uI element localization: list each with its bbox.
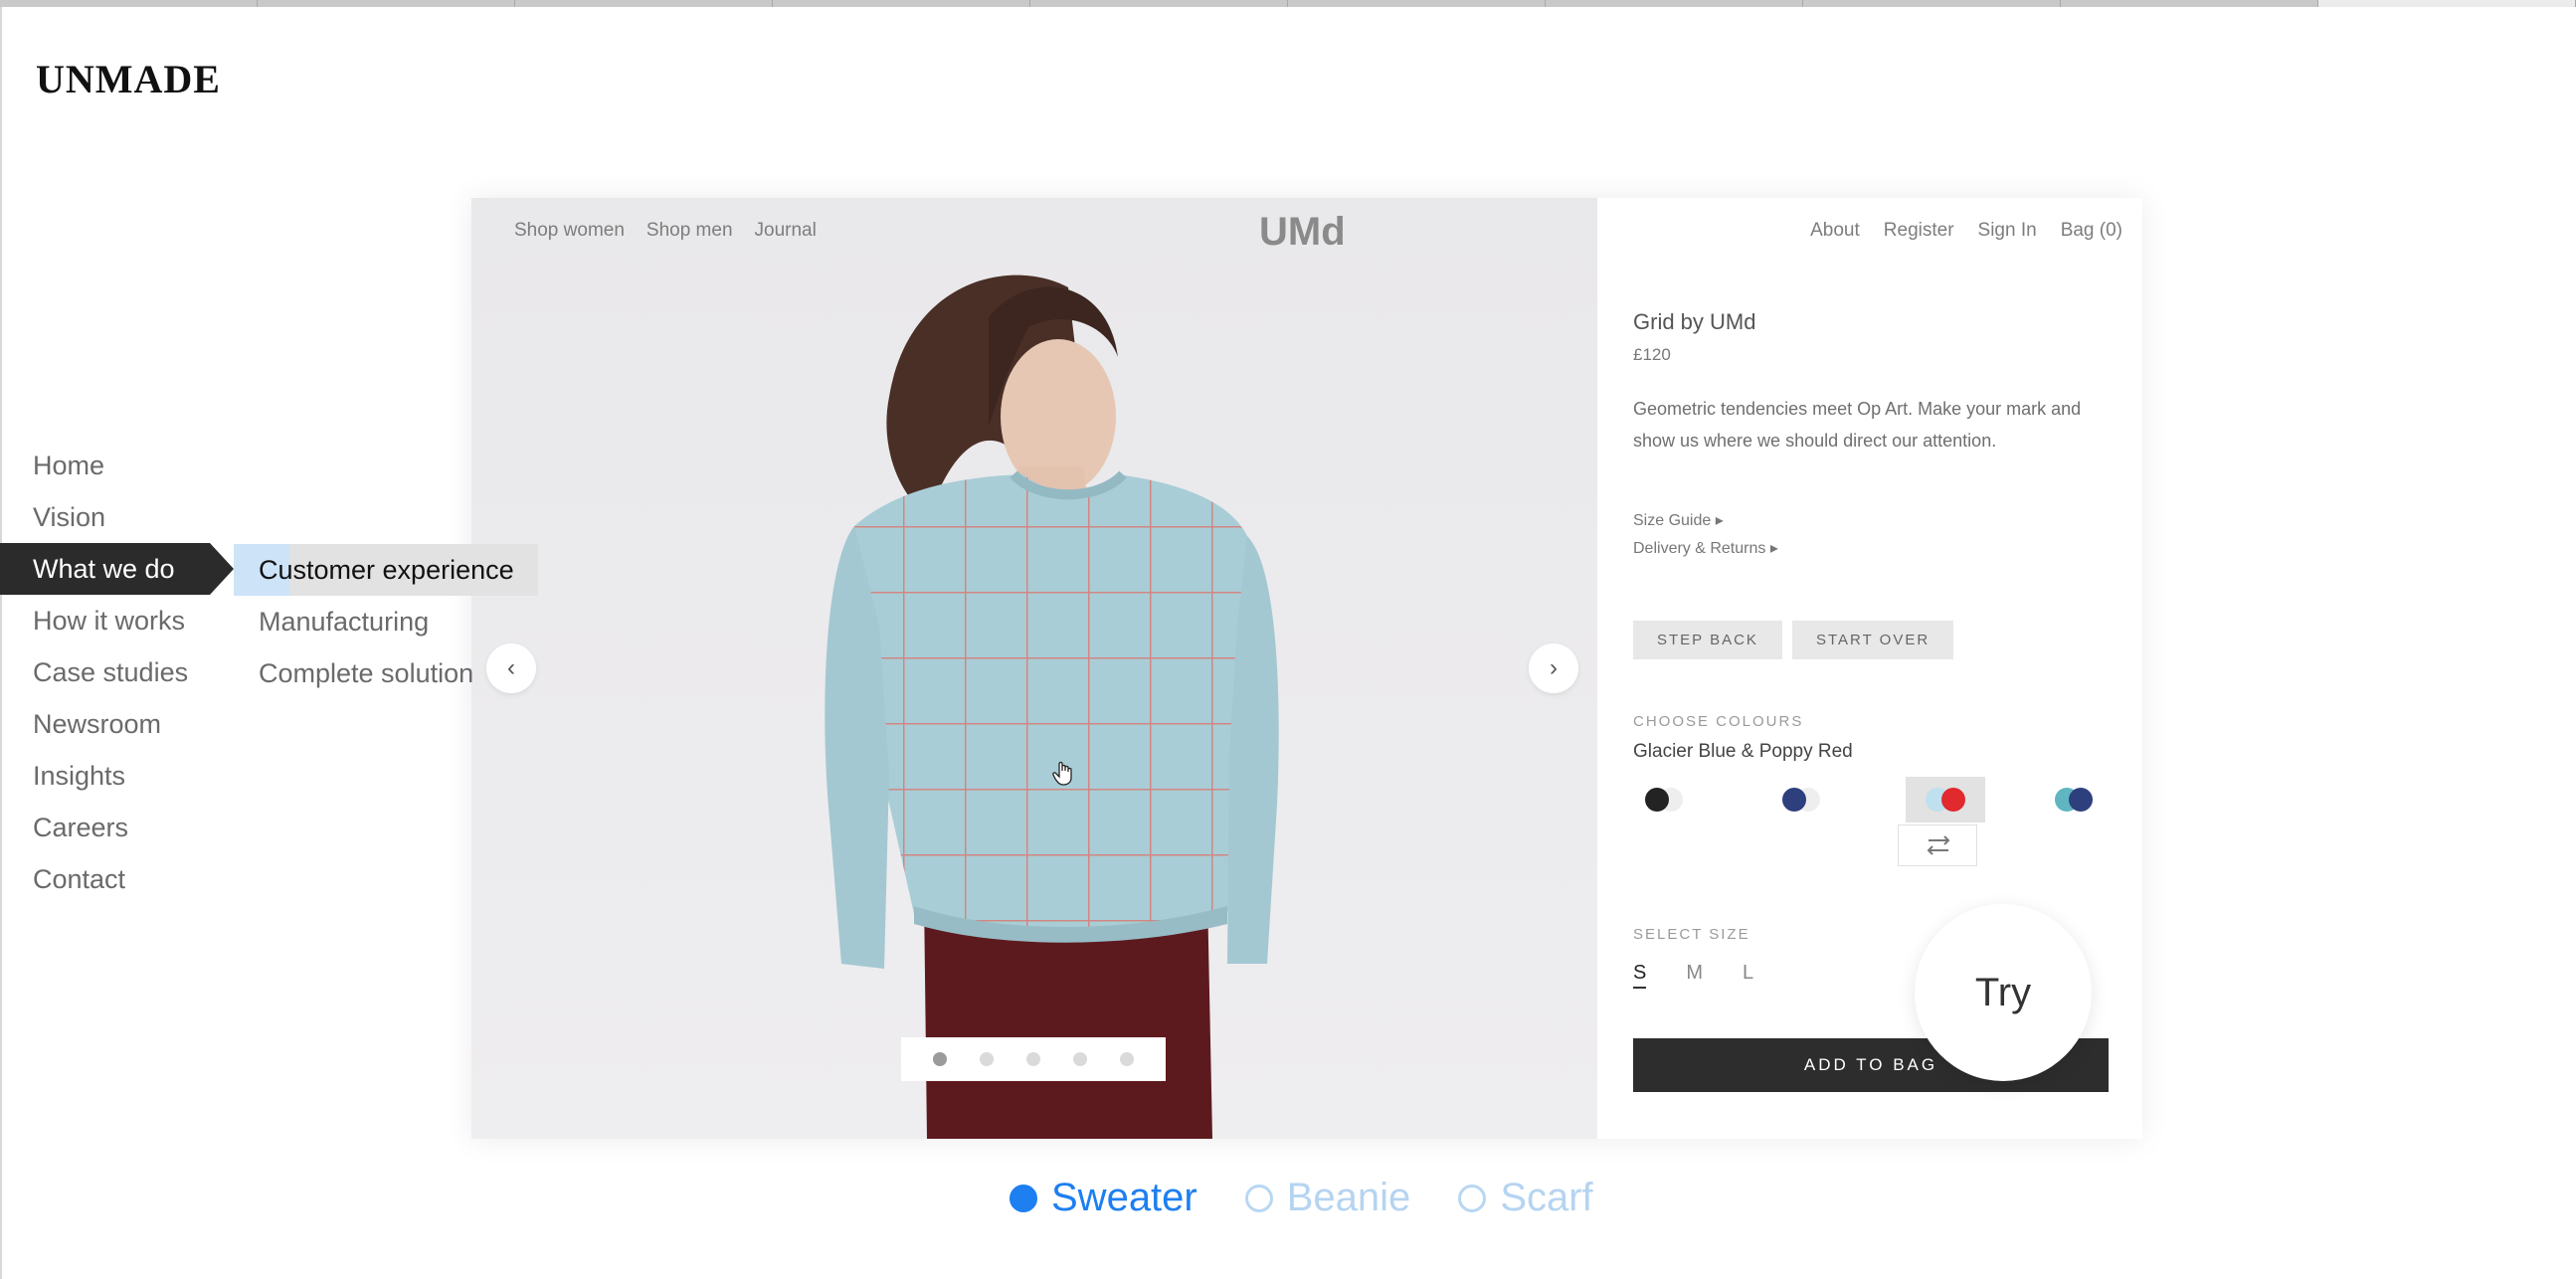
shop-logo[interactable]: UMd	[1259, 210, 1346, 255]
try-button[interactable]: Try	[1915, 904, 2092, 1081]
register-link[interactable]: Register	[1884, 220, 1954, 242]
step-back-button[interactable]: STEP BACK	[1633, 621, 1782, 659]
bag-link[interactable]: Bag (0)	[2061, 220, 2122, 242]
option-label: Scarf	[1500, 1176, 1593, 1219]
carousel-dot[interactable]	[1120, 1052, 1134, 1066]
product-price: £120	[1633, 345, 1671, 364]
option-label: Beanie	[1286, 1176, 1411, 1219]
model-sweater-illustration	[825, 274, 1279, 1139]
tab[interactable]	[773, 0, 1030, 7]
swap-arrows-icon	[1927, 835, 1950, 855]
option-label: Sweater	[1051, 1176, 1197, 1219]
size-option-s[interactable]: S	[1633, 962, 1647, 989]
carousel-dot[interactable]	[1026, 1052, 1040, 1066]
choose-colours-label: CHOOSE COLOURS	[1633, 713, 1804, 730]
sub-nav: Customer experience Manufacturing Comple…	[234, 544, 538, 699]
product-type-options: Sweater Beanie Scarf	[1010, 1176, 1593, 1220]
chevron-right-icon: ›	[1550, 654, 1558, 681]
tab[interactable]	[515, 0, 773, 7]
colour-swatch-selected[interactable]	[1906, 777, 1985, 822]
start-over-button[interactable]: START OVER	[1792, 621, 1954, 659]
tab[interactable]	[1803, 0, 2061, 7]
size-selector: S M L	[1633, 962, 1753, 989]
colour-swatch[interactable]	[2055, 777, 2134, 822]
colour-name: Glacier Blue & Poppy Red	[1633, 741, 1853, 762]
carousel-dot[interactable]	[1073, 1052, 1087, 1066]
product-title: Grid by UMd	[1633, 309, 1756, 334]
swatch-primary-dot	[1645, 788, 1669, 812]
product-description: Geometric tendencies meet Op Art. Make y…	[1633, 399, 2082, 451]
swatch-secondary-dot	[1941, 788, 1965, 812]
tab[interactable]	[258, 0, 515, 7]
sub-item-complete-solution[interactable]: Complete solution	[234, 647, 538, 699]
swap-colours-button[interactable]	[1898, 824, 1977, 866]
select-size-label: SELECT SIZE	[1633, 926, 1750, 943]
nav-item-what-we-do[interactable]: What we do	[0, 543, 234, 595]
next-image-button[interactable]: ›	[1529, 643, 1578, 693]
shop-men-link[interactable]: Shop men	[646, 220, 733, 242]
sub-item-manufacturing[interactable]: Manufacturing	[234, 596, 538, 647]
tab[interactable]	[0, 0, 258, 7]
option-beanie[interactable]: Beanie	[1244, 1176, 1411, 1220]
option-sweater[interactable]: Sweater	[1010, 1176, 1197, 1220]
tab-active[interactable]	[2318, 0, 2576, 7]
carousel-dot[interactable]	[980, 1052, 994, 1066]
option-scarf[interactable]: Scarf	[1458, 1176, 1593, 1220]
size-option-m[interactable]: M	[1686, 962, 1703, 989]
shop-nav-left: Shop women Shop men Journal	[514, 220, 817, 242]
colour-swatch[interactable]	[1633, 777, 1713, 822]
radio-selected-icon	[1010, 1184, 1037, 1212]
delivery-returns-link[interactable]: Delivery & Returns ▸	[1633, 538, 1778, 558]
shop-nav-right: About Register Sign In Bag (0)	[1810, 220, 2122, 242]
colour-swatch[interactable]	[1770, 777, 1850, 822]
radio-empty-icon	[1458, 1184, 1487, 1212]
product-demo-card: Shop women Shop men Journal UMd ‹ › Abou…	[471, 198, 2142, 1139]
sub-item-customer-experience[interactable]: Customer experience	[234, 544, 538, 596]
tab-strip	[0, 0, 2576, 7]
shop-women-link[interactable]: Shop women	[514, 220, 625, 242]
size-option-l[interactable]: L	[1743, 962, 1753, 989]
carousel-dot[interactable]	[933, 1052, 947, 1066]
carousel-dots	[901, 1037, 1166, 1081]
brand-logo[interactable]: UNMADE	[36, 56, 221, 102]
journal-link[interactable]: Journal	[755, 220, 817, 242]
radio-empty-icon	[1244, 1184, 1273, 1212]
tab[interactable]	[1546, 0, 1803, 7]
product-photo[interactable]: Shop women Shop men Journal UMd ‹ ›	[471, 198, 1597, 1139]
about-link[interactable]: About	[1810, 220, 1860, 242]
hand-cursor-icon	[1052, 761, 1072, 786]
tab[interactable]	[1288, 0, 1546, 7]
tab[interactable]	[1030, 0, 1288, 7]
swatch-primary-dot	[1782, 788, 1806, 812]
tab[interactable]	[2061, 0, 2318, 7]
size-guide-link[interactable]: Size Guide ▸	[1633, 510, 1724, 530]
sign-in-link[interactable]: Sign In	[1978, 220, 2037, 242]
swatch-secondary-dot	[2069, 788, 2093, 812]
